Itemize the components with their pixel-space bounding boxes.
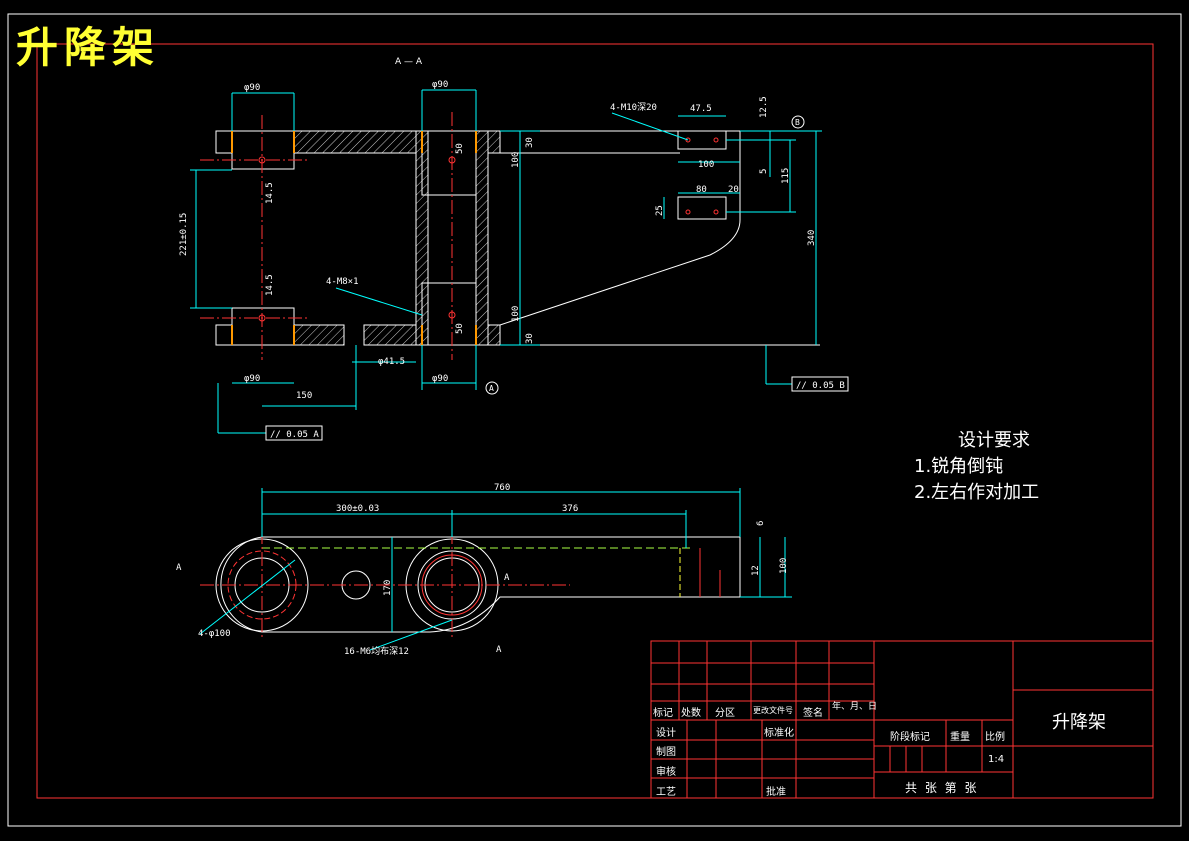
svg-text:50: 50 <box>455 323 465 334</box>
tb-part-name: 升降架 <box>1052 712 1106 733</box>
tb-label-zone: 分区 <box>715 708 735 719</box>
front-view: 760 300±0.03 376 4-φ100 16-M6均布深12 A A A… <box>176 483 792 657</box>
svg-text:// 0.05 B: // 0.05 B <box>796 381 845 391</box>
tb-design: 设计 <box>656 728 676 739</box>
svg-text:φ90: φ90 <box>432 80 448 90</box>
svg-text:B: B <box>795 118 800 127</box>
tb-label-mark: 标记 <box>653 708 673 719</box>
requirement-item: 2.左右作对加工 <box>914 482 1040 503</box>
svg-text:16-M6均布深12: 16-M6均布深12 <box>344 645 409 657</box>
svg-text:φ90: φ90 <box>244 83 260 93</box>
outer-frame <box>7 13 1182 827</box>
svg-text:100: 100 <box>511 152 521 168</box>
svg-text:5: 5 <box>759 169 769 174</box>
tb-approve: 批准 <box>766 787 786 798</box>
svg-text:// 0.05 A: // 0.05 A <box>270 430 319 440</box>
tb-stage-mark: 阶段标记 <box>890 732 930 743</box>
svg-text:A: A <box>176 563 182 573</box>
tb-drawing: 制图 <box>656 747 676 758</box>
tb-sheets: 共 张 第 张 <box>905 781 979 795</box>
svg-text:4-M8×1: 4-M8×1 <box>326 277 359 287</box>
svg-text:760: 760 <box>494 483 510 493</box>
svg-text:A: A <box>489 384 494 393</box>
svg-text:100: 100 <box>698 160 714 170</box>
svg-text:φ41.5: φ41.5 <box>378 357 405 367</box>
drawing-title: 升降架 <box>16 23 161 72</box>
svg-text:14.5: 14.5 <box>265 274 275 296</box>
svg-text:A: A <box>504 573 510 583</box>
svg-text:20: 20 <box>728 185 739 195</box>
svg-text:A: A <box>496 645 502 655</box>
svg-text:376: 376 <box>562 504 578 514</box>
svg-text:30: 30 <box>525 333 535 344</box>
section-label: A — A <box>395 57 423 67</box>
svg-text:340: 340 <box>807 230 817 246</box>
svg-text:14.5: 14.5 <box>265 182 275 204</box>
svg-text:170: 170 <box>383 580 393 596</box>
tb-scale-value: 1:4 <box>988 754 1005 765</box>
svg-text:50: 50 <box>455 143 465 154</box>
tb-label-change-doc: 更改文件号 <box>753 706 793 715</box>
tb-standard: 标准化 <box>764 728 794 739</box>
tb-weight: 重量 <box>950 732 970 743</box>
tb-label-count: 处数 <box>681 708 701 719</box>
svg-text:115: 115 <box>781 168 791 184</box>
tb-ratio: 比例 <box>985 732 1005 743</box>
svg-text:221±0.15: 221±0.15 <box>179 213 189 256</box>
svg-text:6: 6 <box>756 521 766 526</box>
svg-text:4-φ100: 4-φ100 <box>198 629 231 639</box>
svg-text:47.5: 47.5 <box>690 104 712 114</box>
svg-text:80: 80 <box>696 185 707 195</box>
tb-label-date: 年、月、日 <box>832 702 878 712</box>
tb-label-sign: 签名 <box>803 708 823 719</box>
svg-text:100: 100 <box>511 306 521 322</box>
top-view: A — A φ90 φ90 φ90 φ90 4-M10深20 47.5 100 … <box>179 57 849 441</box>
svg-text:12.5: 12.5 <box>759 96 769 118</box>
svg-text:φ90: φ90 <box>432 374 448 384</box>
svg-text:φ90: φ90 <box>244 374 260 384</box>
requirements-heading: 设计要求 <box>958 430 1030 451</box>
tb-review: 审核 <box>656 767 676 778</box>
svg-text:4-M10深20: 4-M10深20 <box>610 102 657 113</box>
svg-text:30: 30 <box>525 137 535 148</box>
svg-text:25: 25 <box>655 205 665 216</box>
svg-text:150: 150 <box>296 391 312 401</box>
requirement-item: 1.锐角倒钝 <box>914 456 1004 477</box>
cad-drawing: A — A φ90 φ90 φ90 φ90 4-M10深20 47.5 100 … <box>7 13 1182 827</box>
svg-text:300±0.03: 300±0.03 <box>336 504 379 514</box>
tb-process: 工艺 <box>656 787 676 798</box>
svg-text:100: 100 <box>779 558 789 574</box>
svg-text:12: 12 <box>751 565 761 576</box>
inner-frame <box>36 43 1154 799</box>
